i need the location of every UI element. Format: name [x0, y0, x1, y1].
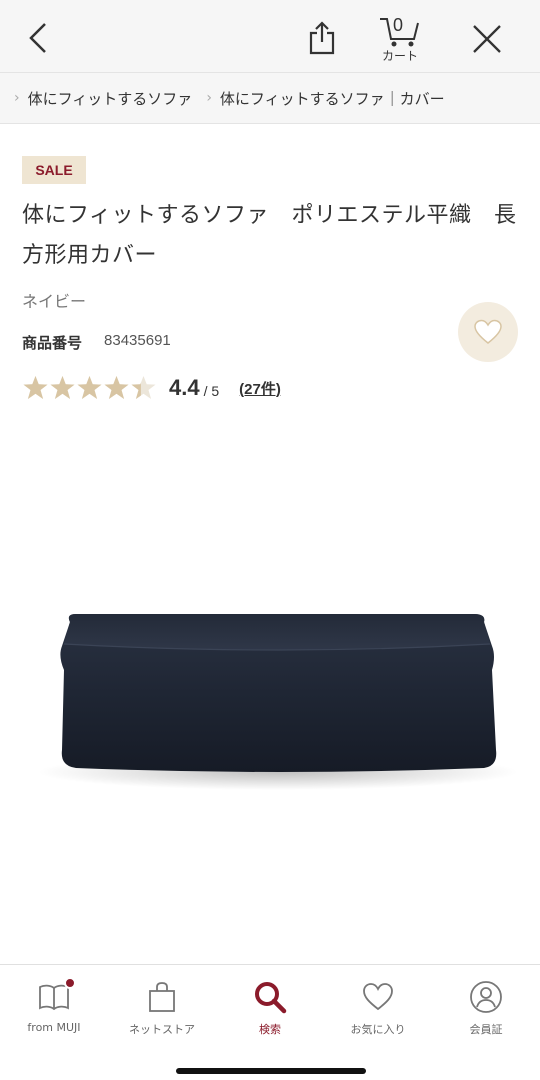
share-icon: [309, 21, 335, 55]
breadcrumb-item[interactable]: 体にフィットするソファ｜カバー: [220, 88, 445, 109]
tab-label: ネットストア: [129, 1023, 195, 1036]
notification-dot: [64, 977, 76, 989]
top-navigation-bar: 0 カート: [0, 0, 540, 72]
breadcrumb: › 体にフィットするソファ › 体にフィットするソファ｜カバー: [0, 72, 540, 124]
tab-favorites[interactable]: お気に入り: [324, 979, 432, 1037]
product-number: 商品番号 83435691: [22, 332, 171, 353]
cart-count: 0: [393, 15, 403, 35]
member-card-icon: [468, 979, 504, 1015]
rating-row: 4.4 / 5 (27件): [22, 372, 281, 404]
cart-icon: 0: [380, 15, 419, 46]
sofa-image: [38, 614, 518, 790]
tab-search[interactable]: 検索: [216, 979, 324, 1037]
share-button[interactable]: [300, 16, 344, 60]
rating-max: / 5: [203, 383, 220, 399]
favorite-button[interactable]: [458, 302, 518, 362]
home-indicator: [176, 1068, 366, 1074]
tab-label: お気に入り: [350, 1023, 406, 1036]
product-image[interactable]: [38, 560, 520, 820]
tab-label: 検索: [259, 1023, 281, 1036]
cart-button[interactable]: 0 カート: [372, 8, 428, 68]
chevron-right-icon: ›: [14, 90, 20, 106]
shopping-bag-icon: [144, 979, 180, 1015]
star-icon: [23, 376, 48, 399]
star-icon: [131, 376, 156, 399]
close-button[interactable]: [466, 18, 508, 60]
rating-value: 4.4: [169, 375, 200, 400]
chevron-left-icon: [29, 23, 46, 53]
star-icon: [50, 376, 75, 399]
product-number-value: 83435691: [104, 332, 171, 349]
close-icon: [473, 25, 501, 53]
tab-from-muji[interactable]: from MUJI: [0, 977, 108, 1034]
back-button[interactable]: [18, 18, 58, 58]
search-icon: [252, 979, 288, 1015]
bottom-tab-bar: from MUJI ネットストア 検索 お気に入り 会員証: [0, 964, 540, 1080]
book-icon: [36, 977, 76, 1015]
tab-net-store[interactable]: ネットストア: [108, 979, 216, 1037]
star-icon: [104, 376, 129, 399]
rating-stars: [22, 375, 157, 401]
tab-member-card[interactable]: 会員証: [432, 979, 540, 1037]
sale-badge: SALE: [22, 156, 86, 184]
product-title: 体にフィットするソファ ポリエステル平織 長方形用カバー: [22, 203, 517, 268]
heart-icon: [474, 319, 502, 344]
cart-label: カート: [381, 48, 418, 63]
product-number-label: 商品番号: [22, 334, 83, 352]
tab-label: from MUJI: [27, 1021, 81, 1034]
tab-label: 会員証: [469, 1023, 503, 1036]
star-icon: [77, 376, 102, 399]
product-color: ネイビー: [22, 292, 87, 311]
review-count-link[interactable]: (27件): [239, 378, 281, 399]
chevron-right-icon: ›: [206, 90, 212, 106]
heart-icon: [360, 979, 396, 1015]
breadcrumb-item[interactable]: 体にフィットするソファ: [28, 88, 193, 109]
